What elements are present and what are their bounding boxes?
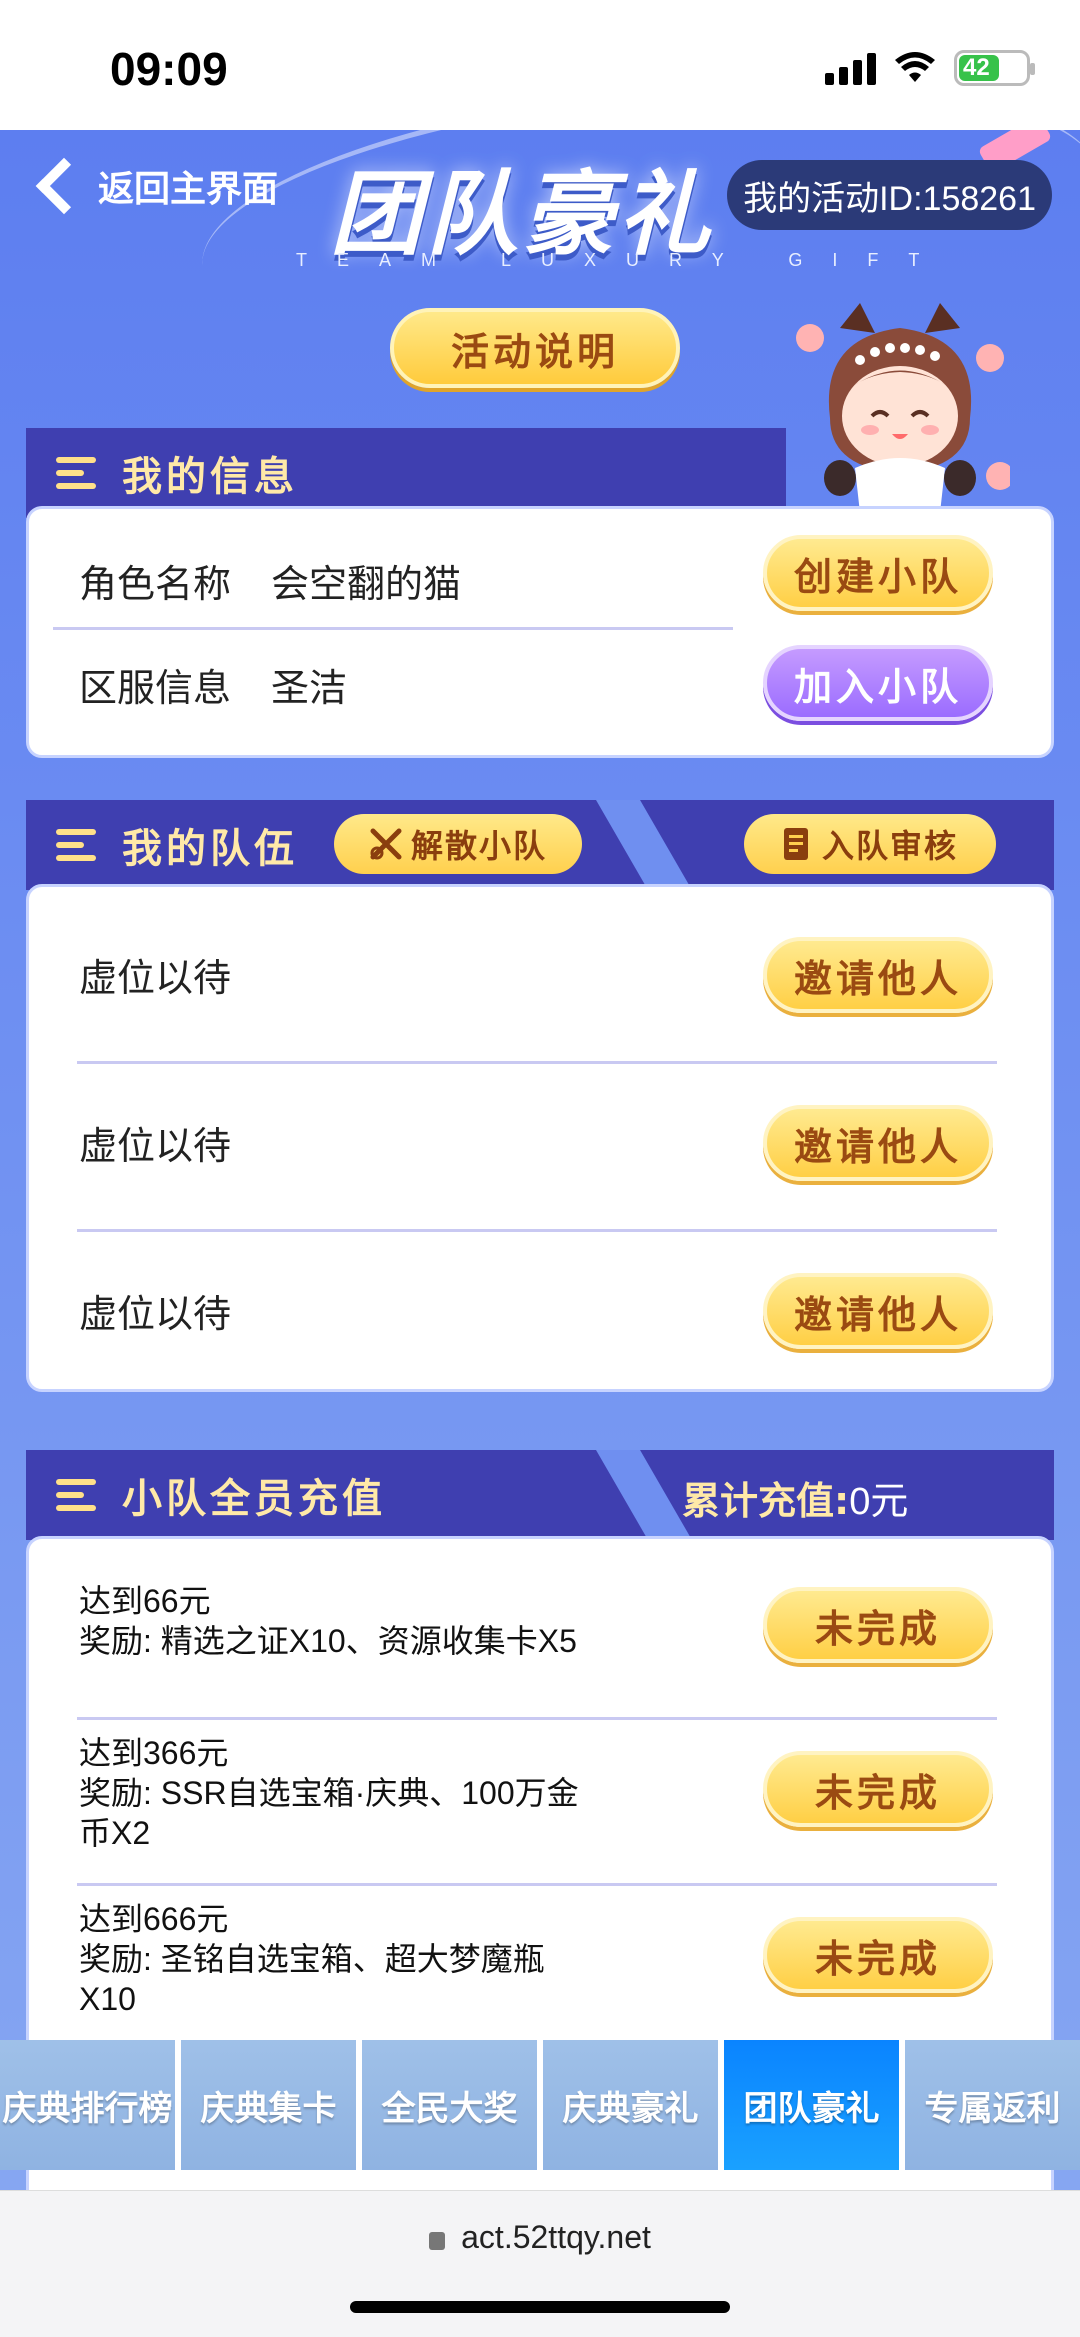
home-indicator[interactable]: [350, 2301, 730, 2313]
my-info-title: 我的信息: [122, 454, 298, 500]
recharge-title: 小队全员充值: [122, 1476, 386, 1522]
total-recharge-label: 累计充值:: [682, 1479, 850, 1523]
tab-exclusive-rebate[interactable]: 专属返利: [905, 2040, 1080, 2170]
tier-1-reward: 奖励: 精选之证X10、资源收集卡X5: [79, 1623, 577, 1659]
menu-lines-icon: [56, 457, 96, 489]
tier-divider: [77, 1883, 997, 1886]
browser-address-bar: act.52ttqy.net: [0, 2190, 1080, 2337]
lock-icon: [429, 2232, 446, 2250]
tier-1-text: 达到66元 奖励: 精选之证X10、资源收集卡X5: [79, 1581, 639, 1661]
tier-3-target: 达到666元: [79, 1901, 229, 1937]
invite-button-2[interactable]: 邀请他人: [763, 1105, 993, 1181]
join-review-button[interactable]: 入队审核: [744, 814, 996, 874]
tab-celebration-ranking[interactable]: 庆典排行榜: [0, 2040, 175, 2170]
my-team-title: 我的队伍: [122, 826, 298, 872]
info-divider: [53, 627, 733, 630]
tab-grand-prize[interactable]: 全民大奖: [362, 2040, 537, 2170]
role-label: 角色名称: [79, 562, 232, 606]
back-to-main-button[interactable]: 返回主界面: [28, 157, 279, 215]
my-info-body: 角色名称 会空翻的猫 区服信息 圣洁 创建小队 加入小队: [26, 506, 1054, 758]
tier-3-status: 未完成: [763, 1917, 993, 1993]
team-slot-3-label: 虚位以待: [79, 1292, 232, 1336]
slot-divider: [77, 1061, 997, 1064]
url-text: act.52ttqy.net: [461, 2219, 651, 2255]
total-recharge: 累计充值:0元: [682, 1470, 908, 1525]
tier-2-text: 达到366元 奖励: SSR自选宝箱·庆典、100万金 币X2: [79, 1733, 639, 1853]
total-recharge-value: 0元: [849, 1481, 909, 1523]
my-info-header: 我的信息: [26, 428, 786, 518]
team-slot-1-label: 虚位以待: [79, 956, 232, 1000]
server-label: 区服信息: [79, 666, 232, 710]
status-bar: 09:09 42: [0, 0, 1080, 130]
tab-celebration-gifts[interactable]: 庆典豪礼: [543, 2040, 718, 2170]
status-time: 09:09: [110, 43, 228, 95]
status-icons: 42: [825, 50, 1035, 86]
invite-button-1[interactable]: 邀请他人: [763, 937, 993, 1013]
tier-3-reward: 奖励: 圣铭自选宝箱、超大梦魔瓶: [79, 1941, 545, 1977]
role-value: 会空翻的猫: [271, 562, 462, 606]
tier-3-text: 达到666元 奖励: 圣铭自选宝箱、超大梦魔瓶 X10: [79, 1899, 639, 2019]
server-info-row: 区服信息 圣洁: [79, 657, 347, 712]
tier-2-reward: 奖励: SSR自选宝箱·庆典、100万金: [79, 1775, 579, 1811]
tab-team-gifts[interactable]: 团队豪礼: [724, 2040, 899, 2170]
disband-label: 解散小队: [410, 827, 547, 865]
disband-icon: [370, 828, 402, 860]
join-team-button[interactable]: 加入小队: [763, 645, 993, 721]
bottom-tab-bar: 庆典排行榜 庆典集卡 全民大奖 庆典豪礼 团队豪礼 专属返利: [0, 2040, 1080, 2170]
slot-divider: [77, 1229, 997, 1232]
invite-button-3[interactable]: 邀请他人: [763, 1273, 993, 1349]
server-value: 圣洁: [271, 666, 348, 710]
url-field[interactable]: act.52ttqy.net: [0, 2219, 1080, 2256]
wifi-icon: [895, 52, 935, 82]
tier-2-status: 未完成: [763, 1751, 993, 1827]
disband-team-button[interactable]: 解散小队: [334, 814, 582, 874]
team-slot-2-label: 虚位以待: [79, 1124, 232, 1168]
battery-level: 42: [959, 54, 999, 81]
tab-celebration-cards[interactable]: 庆典集卡: [181, 2040, 356, 2170]
menu-lines-icon: [56, 829, 96, 861]
activity-explain-button[interactable]: 活动说明: [390, 308, 680, 388]
menu-lines-icon: [56, 1479, 96, 1511]
back-arrow-icon: [35, 157, 93, 215]
tier-3-reward-cont: X10: [79, 1981, 136, 2017]
role-name-row: 角色名称 会空翻的猫: [79, 553, 461, 608]
review-document-icon: [783, 828, 808, 860]
activity-page: 返回主界面 团队豪礼 TEAM LUXURY GIFT 我的活动ID:15826…: [0, 130, 1080, 2190]
tier-2-reward-cont: 币X2: [79, 1815, 151, 1851]
tier-1-target: 达到66元: [79, 1583, 211, 1619]
tier-1-status: 未完成: [763, 1587, 993, 1663]
create-team-button[interactable]: 创建小队: [763, 535, 993, 611]
review-label: 入队审核: [821, 827, 958, 865]
signal-icon: [825, 51, 876, 85]
my-team-body: 虚位以待 邀请他人 虚位以待 邀请他人 虚位以待 邀请他人: [26, 884, 1054, 1392]
my-team-panel: 我的队伍 解散小队 入队审核 虚位以待 邀请他人 虚位以待 邀请他人 虚位以待 …: [26, 800, 1054, 1550]
battery-icon: 42: [954, 50, 1035, 86]
back-label: 返回主界面: [98, 169, 279, 210]
page-subtitle: TEAM LUXURY GIFT: [296, 250, 950, 270]
activity-id-badge: 我的活动ID:158261: [727, 160, 1052, 230]
my-info-panel: 我的信息 角色名称 会空翻的猫 区服信息 圣洁 创建小队 加入小队: [26, 428, 1054, 848]
tier-divider: [77, 1717, 997, 1720]
tier-2-target: 达到366元: [79, 1735, 229, 1771]
